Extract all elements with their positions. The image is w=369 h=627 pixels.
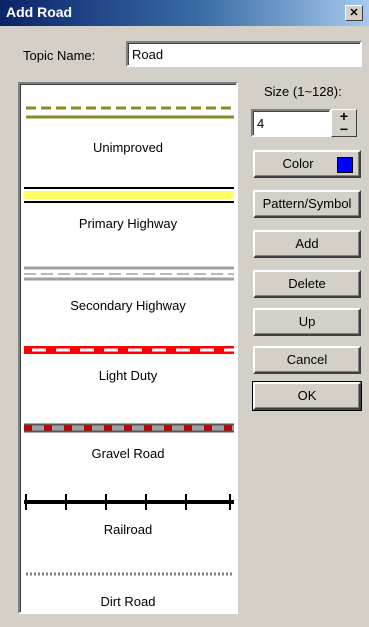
add-button[interactable]: Add — [253, 230, 361, 258]
road-name: Dirt Road — [100, 594, 156, 609]
ok-button[interactable]: OK — [252, 381, 362, 411]
color-button[interactable]: Color — [253, 150, 361, 178]
road-item-unimproved[interactable]: Unimproved — [20, 100, 236, 176]
road-item-light-duty[interactable]: Light Duty — [20, 342, 236, 418]
unimproved-line-icon — [26, 106, 234, 119]
up-button[interactable]: Up — [253, 308, 361, 336]
size-spinner[interactable]: + − — [331, 109, 357, 137]
color-swatch — [337, 157, 353, 173]
road-name: Gravel Road — [91, 446, 165, 461]
road-name: Railroad — [103, 522, 153, 537]
primary-highway-line-icon — [24, 187, 234, 203]
size-input[interactable] — [251, 109, 331, 137]
road-item-gravel-road[interactable]: Gravel Road — [20, 420, 236, 496]
dirt-road-line-icon — [26, 572, 234, 576]
delete-button[interactable]: Delete — [253, 270, 361, 298]
secondary-highway-line-icon — [24, 266, 234, 281]
size-label: Size (1~128): — [264, 84, 342, 99]
topic-name-label: Topic Name: — [23, 48, 96, 63]
road-name: Primary Highway — [78, 216, 178, 231]
road-item-primary-highway[interactable]: Primary Highway — [20, 178, 236, 254]
spin-down-button[interactable]: − — [332, 122, 356, 136]
road-name: Secondary Highway — [70, 298, 186, 313]
road-name: Light Duty — [98, 368, 158, 383]
topic-name-input[interactable] — [126, 41, 362, 67]
window-title: Add Road — [6, 4, 73, 20]
title-bar: Add Road ✕ — [0, 0, 369, 26]
cancel-button[interactable]: Cancel — [253, 346, 361, 374]
road-name: Unimproved — [92, 140, 164, 155]
pattern-symbol-button[interactable]: Pattern/Symbol — [253, 190, 361, 218]
road-item-secondary-highway[interactable]: Secondary Highway — [20, 260, 236, 336]
color-button-label: Color — [282, 156, 314, 171]
road-item-railroad[interactable]: Railroad — [20, 488, 236, 564]
road-style-list[interactable]: Unimproved Primary Highway Secondary Hig… — [18, 82, 238, 614]
close-button[interactable]: ✕ — [345, 5, 363, 21]
railroad-line-icon — [24, 494, 234, 510]
road-item-dirt-road[interactable]: Dirt Road — [20, 566, 236, 612]
